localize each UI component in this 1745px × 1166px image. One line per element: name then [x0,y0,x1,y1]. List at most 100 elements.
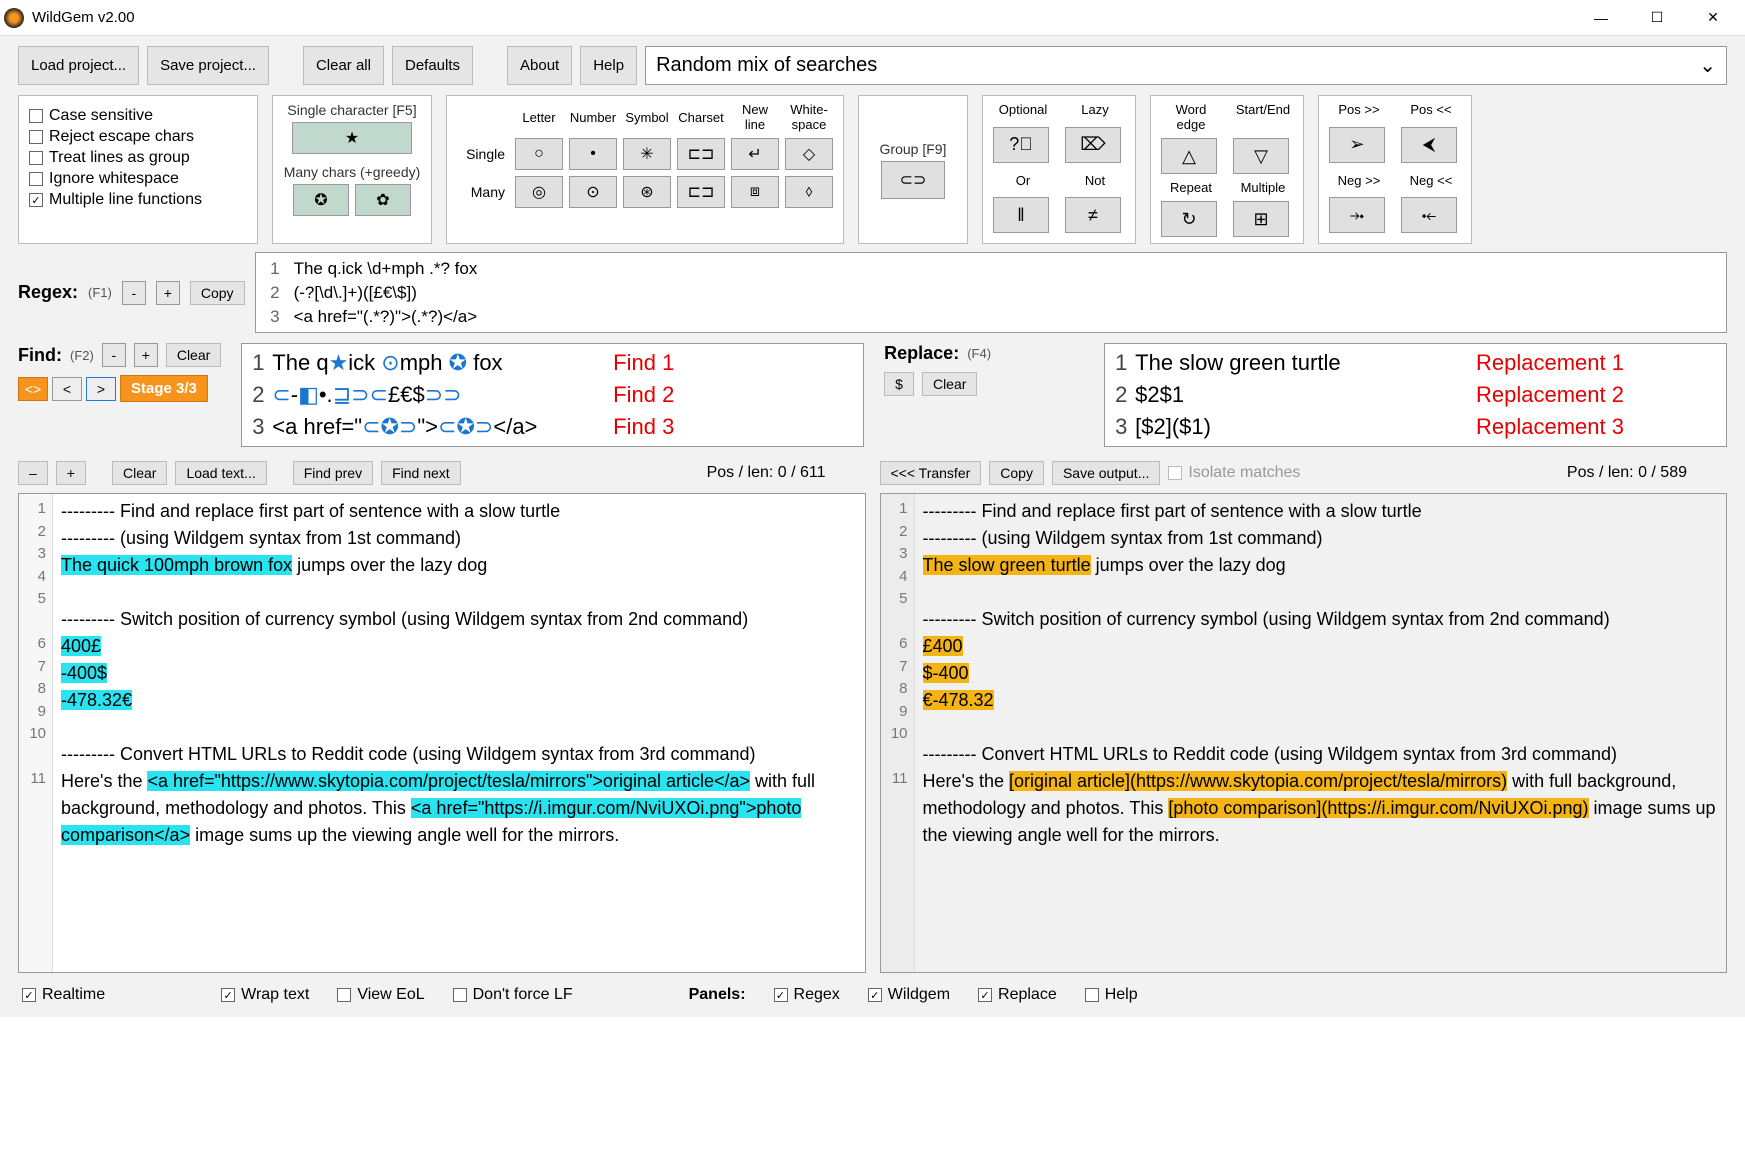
replace-textarea[interactable]: 1The slow green turtleReplacement 1 2$2$… [1104,343,1727,447]
about-button[interactable]: About [507,46,572,85]
left-editor-panel: – + Clear Load text... Find prev Find ne… [18,457,866,973]
panel-help-checkbox[interactable] [1085,988,1099,1002]
right-line: --------- (using Wildgem syntax from 1st… [923,525,1719,552]
negb-button[interactable]: ⤝ [1401,197,1457,233]
mod-panel-2: Word edge Start/End △ ▽ Repeat Multiple … [1150,95,1304,244]
stage-toggle-both[interactable]: <> [18,377,48,401]
replace-line-2: $2$1 [1135,382,1476,408]
panel-replace-checkbox[interactable] [978,988,992,1002]
startend-button[interactable]: ▽ [1233,138,1289,174]
letter-single-button[interactable]: ○ [515,138,563,170]
symbol-single-button[interactable]: ✳ [623,138,671,170]
multiline-checkbox[interactable] [29,193,43,207]
group-button[interactable]: ⊂⊃ [881,161,945,199]
number-single-button[interactable]: • [569,138,617,170]
right-editor[interactable]: 1234567891011 --------- Find and replace… [880,493,1728,973]
or-button[interactable]: ‖ [993,197,1049,233]
find-prev-button[interactable]: Find prev [293,461,373,485]
multiple-button[interactable]: ⊞ [1233,201,1289,237]
regex-textarea[interactable]: 1The q.ick \d+mph .*? fox 2(-?[\d\.]+)([… [255,252,1727,333]
newline-single-button[interactable]: ↵ [731,138,779,170]
close-button[interactable]: ✕ [1685,0,1741,36]
bottom-bar: Realtime Wrap text View EoL Don't force … [18,973,1727,1007]
stage-prev-button[interactable]: < [52,377,82,401]
replacement-2-label: Replacement 2 [1476,382,1716,408]
newline-many-button[interactable]: ⧈ [731,176,779,208]
not-button[interactable]: ≠ [1065,197,1121,233]
left-line: --------- Convert HTML URLs to Reddit co… [61,741,857,768]
case-sensitive-checkbox[interactable] [29,109,43,123]
or-label: Or [993,173,1053,192]
replace-clear-button[interactable]: Clear [922,372,977,396]
letter-header: Letter [515,110,563,125]
panel-help-label: Help [1105,986,1138,1004]
minimize-button[interactable]: — [1573,0,1629,36]
whitespace-single-button[interactable]: ◇ [785,138,833,170]
regex-minus-button[interactable]: - [122,281,146,305]
help-button[interactable]: Help [580,46,637,85]
left-clear-button[interactable]: Clear [112,461,167,485]
eol-checkbox[interactable] [337,988,351,1002]
many-flower-button[interactable]: ✿ [355,184,411,216]
isolate-checkbox[interactable] [1168,466,1182,480]
lf-checkbox[interactable] [453,988,467,1002]
right-copy-button[interactable]: Copy [989,461,1044,485]
find-clear-button[interactable]: Clear [166,343,221,367]
posf-button[interactable]: ➢ [1329,127,1385,163]
regex-copy-button[interactable]: Copy [190,281,245,305]
load-project-button[interactable]: Load project... [18,46,139,85]
defaults-button[interactable]: Defaults [392,46,473,85]
repeat-button[interactable]: ↻ [1161,201,1217,237]
single-char-button[interactable]: ★ [292,122,412,154]
regex-hint: (F1) [88,285,112,300]
wrap-checkbox[interactable] [221,988,235,1002]
symbol-many-button[interactable]: ⊛ [623,176,671,208]
charset-single-button[interactable]: ⊏⊐ [677,138,725,170]
find-plus-button[interactable]: + [134,343,158,367]
posb-button[interactable]: ⮜ [1401,127,1457,163]
left-load-text-button[interactable]: Load text... [175,461,266,485]
multiple-label: Multiple [1233,180,1293,195]
save-output-button[interactable]: Save output... [1052,461,1160,485]
stage-next-button[interactable]: > [86,377,116,401]
symbol-header: Symbol [623,110,671,125]
replace-dollar-button[interactable]: $ [884,372,914,396]
mod-panel-3: Pos >> Pos << ➢ ⮜ Neg >> Neg << ⤞ ⤝ [1318,95,1472,244]
group-panel: Group [F9] ⊂⊃ [858,95,968,244]
panel-regex-checkbox[interactable] [774,988,788,1002]
find-hint: (F2) [70,348,94,363]
charset-many-button[interactable]: ⊏⊐ [677,176,725,208]
charset-header: Charset [677,110,725,125]
letter-many-button[interactable]: ◎ [515,176,563,208]
clear-all-button[interactable]: Clear all [303,46,384,85]
wordedge-button[interactable]: △ [1161,138,1217,174]
left-editor[interactable]: 1234567891011 --------- Find and replace… [18,493,866,973]
number-many-button[interactable]: ⊙ [569,176,617,208]
save-project-button[interactable]: Save project... [147,46,269,85]
many-star-button[interactable]: ✪ [293,184,349,216]
left-collapse-button[interactable]: – [18,461,48,485]
treat-lines-checkbox[interactable] [29,151,43,165]
left-expand-button[interactable]: + [56,461,86,485]
find-controls: Find: (F2) - + Clear <> < > Stage 3/3 [18,343,221,447]
regex-plus-button[interactable]: + [156,281,180,305]
ignore-whitespace-checkbox[interactable] [29,172,43,186]
panel-wildgem-checkbox[interactable] [868,988,882,1002]
treat-lines-label: Treat lines as group [49,149,190,167]
find-textarea[interactable]: 1The q★ick ⊙mph ✪ foxFind 1 2⊂-◧•.⊒⊃⊂£€$… [241,343,864,447]
find-next-button[interactable]: Find next [381,461,461,485]
project-dropdown[interactable]: Random mix of searches ⌄ [645,46,1727,85]
negf-button[interactable]: ⤞ [1329,197,1385,233]
find-minus-button[interactable]: - [102,343,126,367]
lazy-button[interactable]: ⌦ [1065,127,1121,163]
whitespace-many-button[interactable]: ⬨ [785,176,833,208]
transfer-button[interactable]: <<< Transfer [880,461,982,485]
right-line: --------- Convert HTML URLs to Reddit co… [923,741,1719,768]
reject-escape-checkbox[interactable] [29,130,43,144]
left-line-highlight: -478.32€ [61,690,132,710]
maximize-button[interactable]: ☐ [1629,0,1685,36]
optional-button[interactable]: ?⃞ [993,127,1049,163]
posb-label: Pos << [1401,102,1461,121]
realtime-checkbox[interactable] [22,988,36,1002]
many-row-label: Many [457,184,509,200]
